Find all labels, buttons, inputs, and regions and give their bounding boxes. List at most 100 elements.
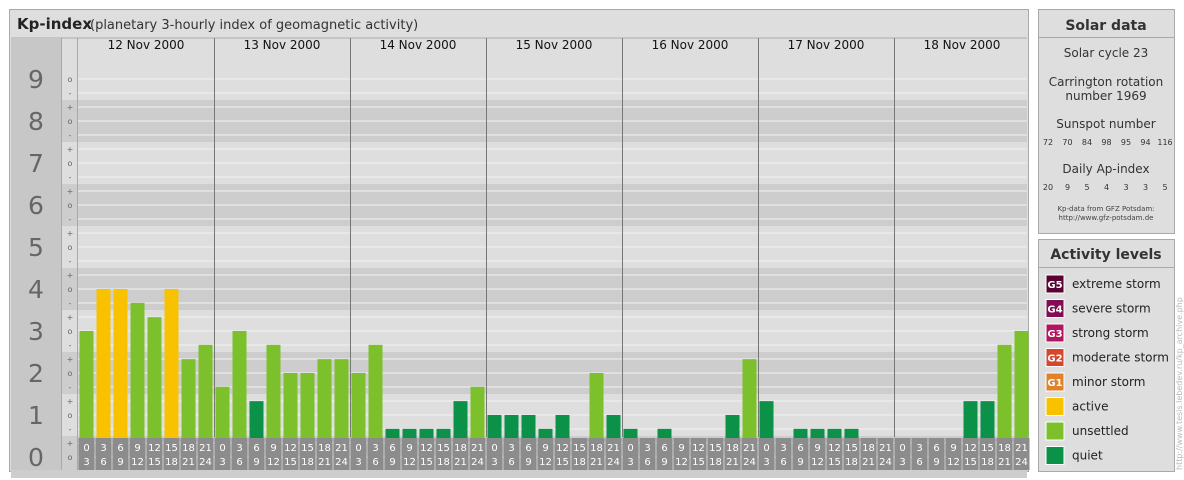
slot-end-label: 18 — [845, 457, 858, 468]
legend-swatch-quiet — [1045, 446, 1065, 465]
slot-start-label: 0 — [763, 443, 769, 454]
y-minor-label: + — [67, 229, 74, 238]
slot-start-label: 3 — [508, 443, 514, 454]
slot-end-label: 21 — [318, 457, 331, 468]
y-tick-label: 9 — [28, 65, 44, 94]
slot-start-label: 21 — [879, 443, 892, 454]
y-minor-label: + — [67, 355, 74, 364]
day-label: 14 Nov 2000 — [380, 38, 457, 52]
slot-end-label: 6 — [100, 457, 106, 468]
legend-badge: G1 — [1047, 378, 1062, 389]
y-minor-label: - — [69, 131, 72, 140]
sunspot-value: 116 — [1157, 138, 1172, 147]
ap-value: 9 — [1065, 183, 1070, 192]
chart-subtitle: (planetary 3-hourly index of geomagnetic… — [90, 18, 418, 33]
legend-swatch-unsettled — [1045, 421, 1065, 441]
slot-end-label: 9 — [253, 457, 259, 468]
y-tick-label: 8 — [28, 107, 44, 136]
day-label: 16 Nov 2000 — [652, 38, 729, 52]
slot-start-label: 9 — [270, 443, 276, 454]
y-tick-label: 0 — [28, 443, 44, 472]
kp-bar — [96, 289, 111, 457]
source-line2[interactable]: http://www.gfz-potsdam.de — [1059, 214, 1154, 222]
slot-start-label: 9 — [542, 443, 548, 454]
slot-end-label: 9 — [525, 457, 531, 468]
y-axis-labels: 0 1 2 3 4 5 6 7 8 9 — [11, 38, 62, 472]
slot-end-label: 6 — [780, 457, 786, 468]
y-minor-label: + — [67, 145, 74, 154]
slot-end-label: 3 — [219, 457, 225, 468]
ap-value: 20 — [1043, 183, 1053, 192]
legend-badge: G3 — [1047, 329, 1062, 340]
slot-end-label: 21 — [998, 457, 1011, 468]
slot-end-label: 12 — [131, 457, 144, 468]
slot-start-label: 12 — [964, 443, 977, 454]
slot-end-label: 24 — [1015, 457, 1028, 468]
legend-label: active — [1072, 400, 1108, 414]
slot-start-label: 9 — [678, 443, 684, 454]
slot-start-label: 21 — [743, 443, 756, 454]
slot-end-label: 18 — [981, 457, 994, 468]
slot-start-label: 12 — [148, 443, 161, 454]
credit-url: http://www.tesis.lebedev.ru/kp_archive.p… — [1175, 297, 1184, 470]
sunspot-value: 72 — [1043, 138, 1053, 147]
day-label: 12 Nov 2000 — [108, 38, 185, 52]
slot-start-label: 0 — [219, 443, 225, 454]
slot-end-label: 9 — [117, 457, 123, 468]
slot-end-label: 12 — [675, 457, 688, 468]
kp-bar — [147, 317, 162, 457]
sunspot-value: 98 — [1101, 138, 1111, 147]
day-label: 13 Nov 2000 — [244, 38, 321, 52]
slot-end-label: 15 — [284, 457, 297, 468]
y-minor-label: - — [69, 425, 72, 434]
y-tick-label: 6 — [28, 191, 44, 220]
slot-start-label: 15 — [709, 443, 722, 454]
y-minor-label: o — [68, 117, 73, 126]
slot-end-label: 6 — [644, 457, 650, 468]
legend-label: extreme storm — [1072, 277, 1161, 291]
slot-end-label: 24 — [335, 457, 348, 468]
kp-index-widget: Kp-index (planetary 3-hourly index of ge… — [0, 0, 1184, 480]
slot-end-label: 18 — [301, 457, 314, 468]
slot-end-label: 9 — [797, 457, 803, 468]
slot-start-label: 9 — [814, 443, 820, 454]
y-minor-label: - — [69, 383, 72, 392]
y-minor-label: o — [68, 285, 73, 294]
slot-start-label: 0 — [627, 443, 633, 454]
slot-start-label: 6 — [253, 443, 259, 454]
legend-label: quiet — [1072, 449, 1103, 463]
y-minor-label: + — [67, 397, 74, 406]
y-minor-label: - — [69, 215, 72, 224]
y-tick-label: 3 — [28, 317, 44, 346]
sunspot-value: 94 — [1140, 138, 1150, 147]
slot-end-label: 24 — [471, 457, 484, 468]
day-label: 15 Nov 2000 — [516, 38, 593, 52]
sunspot-value: 95 — [1121, 138, 1131, 147]
source-line1: Kp-data from GFZ Potsdam: — [1057, 205, 1154, 213]
y-minor-label: + — [67, 271, 74, 280]
slot-start-label: 21 — [335, 443, 348, 454]
chart-title: Kp-index — [17, 15, 92, 33]
slot-start-label: 3 — [780, 443, 786, 454]
y-tick-label: 7 — [28, 149, 44, 178]
slot-end-label: 24 — [743, 457, 756, 468]
slot-start-label: 9 — [134, 443, 140, 454]
y-minor-label: o — [68, 369, 73, 378]
y-minor-label: o — [68, 159, 73, 168]
y-minor-label: + — [67, 187, 74, 196]
slot-start-label: 18 — [998, 443, 1011, 454]
solar-data-title: Solar data — [1065, 18, 1146, 34]
legend-label: unsettled — [1072, 424, 1129, 438]
y-minor-label: o — [68, 201, 73, 210]
slot-start-label: 18 — [862, 443, 875, 454]
slot-end-label: 3 — [83, 457, 89, 468]
y-minor-label: + — [67, 313, 74, 322]
slot-start-label: 6 — [797, 443, 803, 454]
y-minor-label: - — [69, 341, 72, 350]
slot-end-label: 6 — [508, 457, 514, 468]
y-minor-label: + — [67, 103, 74, 112]
slot-end-label: 9 — [661, 457, 667, 468]
slot-start-label: 21 — [199, 443, 212, 454]
y-minor-label: - — [69, 299, 72, 308]
slot-start-label: 21 — [471, 443, 484, 454]
